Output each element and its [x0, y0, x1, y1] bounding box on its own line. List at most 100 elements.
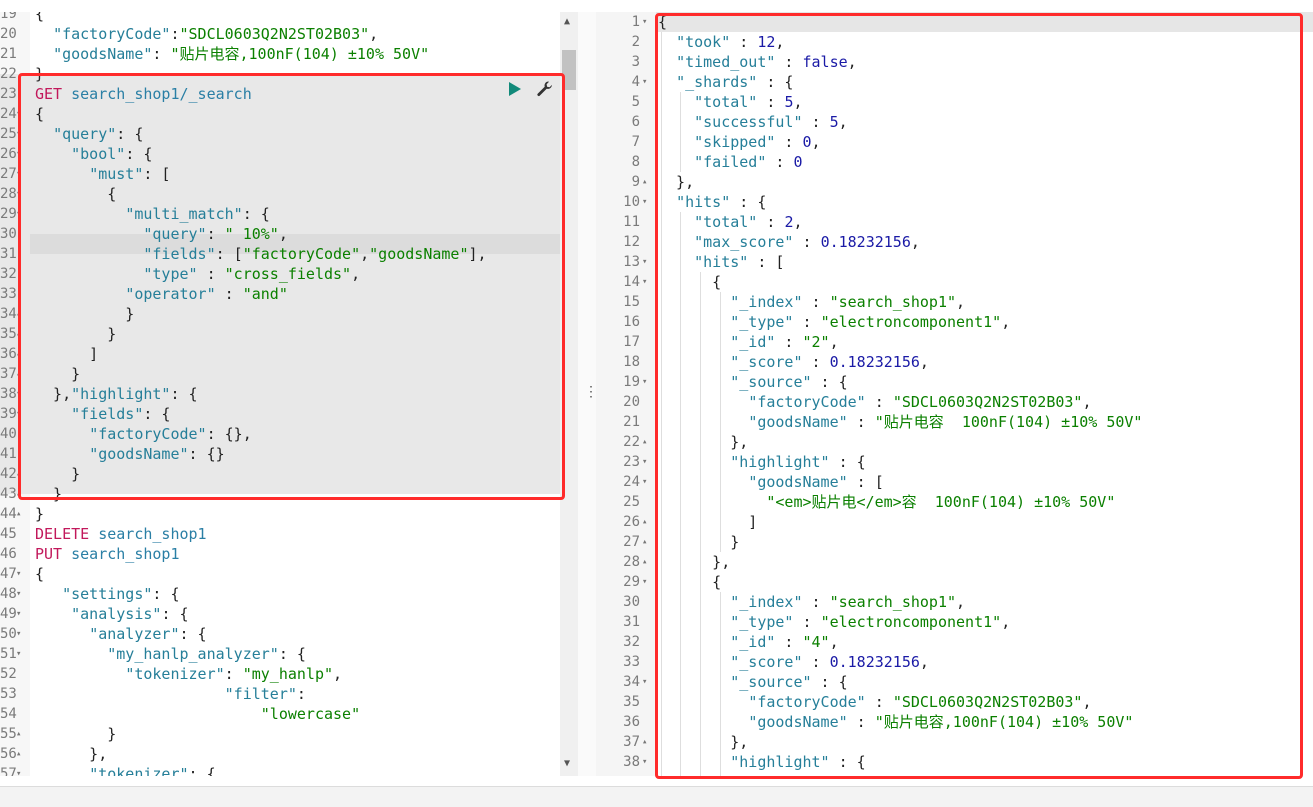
scroll-down-arrow[interactable]: ▼	[564, 759, 570, 769]
line-number: 39	[0, 406, 17, 422]
code-text: "_source" : {	[730, 673, 848, 691]
code-text: },	[35, 745, 108, 763]
fold-toggle-icon[interactable]: ▾	[16, 564, 21, 584]
pane-splitter[interactable]: ⋮	[578, 12, 598, 776]
fold-toggle-icon[interactable]: ▾	[642, 72, 647, 92]
fold-toggle-icon[interactable]: ▾	[642, 272, 647, 292]
code-text: "goodsName" : [	[748, 473, 884, 491]
line-number: 55	[0, 726, 17, 742]
fold-toggle-icon[interactable]: ▾	[16, 144, 21, 164]
line-number: 13	[623, 254, 640, 270]
code-text: }	[35, 65, 45, 83]
request-editor[interactable]: 19 {20 "factoryCode":"SDCL0603Q2N2ST02B03…	[0, 12, 578, 776]
fold-toggle-icon[interactable]: ▴	[642, 732, 647, 752]
fold-toggle-icon[interactable]: ▴	[642, 532, 647, 552]
request-scrollbar[interactable]: ▲ ▼	[560, 12, 578, 776]
code-line: 19 {	[0, 12, 578, 24]
code-line: 7 "skipped" : 0,	[596, 132, 1313, 152]
fold-toggle-icon[interactable]: ▾	[16, 104, 21, 124]
code-text: "_index" : "search_shop1",	[730, 593, 966, 611]
fold-toggle-icon[interactable]: ▾	[642, 192, 647, 212]
fold-toggle-icon[interactable]: ▾	[16, 124, 21, 144]
line-number: 7	[631, 134, 640, 150]
code-line: 14 ▾ {	[596, 272, 1313, 292]
code-line: 40 "factoryCode": {},	[0, 424, 578, 444]
code-line: 29 ▾ {	[596, 572, 1313, 592]
fold-toggle-icon[interactable]: ▴	[16, 464, 21, 484]
code-line: 8 "failed" : 0	[596, 152, 1313, 172]
code-line: 21 "goodsName": "贴片电容,100nF(104) ±10% 50…	[0, 44, 578, 64]
fold-toggle-icon[interactable]: ▴	[16, 724, 21, 744]
code-line: 26 ▾ "bool": {	[0, 144, 578, 164]
code-text: "multi_match": {	[125, 205, 270, 223]
code-text: "factoryCode":"SDCL0603Q2N2ST02B03",	[53, 25, 379, 43]
code-text: "bool": {	[71, 145, 153, 163]
fold-toggle-icon[interactable]: ▴	[642, 552, 647, 572]
fold-toggle-icon[interactable]: ▾	[16, 384, 21, 404]
line-number: 46	[0, 546, 17, 562]
fold-toggle-icon[interactable]: ▴	[16, 304, 21, 324]
fold-toggle-icon[interactable]: ▾	[642, 752, 647, 772]
fold-toggle-icon[interactable]: ▾	[16, 184, 21, 204]
fold-toggle-icon[interactable]: ▾	[16, 604, 21, 624]
code-line: 28 ▾ {	[0, 184, 578, 204]
code-line: 17 "_id" : "2",	[596, 332, 1313, 352]
fold-toggle-icon[interactable]: ▴	[16, 364, 21, 384]
code-text: "_score" : 0.18232156,	[730, 353, 929, 371]
fold-toggle-icon[interactable]: ▾	[642, 472, 647, 492]
fold-toggle-icon[interactable]: ▾	[16, 644, 21, 664]
code-line: 32 "_id" : "4",	[596, 632, 1313, 652]
code-line: 12 "max_score" : 0.18232156,	[596, 232, 1313, 252]
fold-toggle-icon[interactable]: ▾	[642, 252, 647, 272]
fold-toggle-icon[interactable]: ▾	[642, 572, 647, 592]
bottom-bar	[0, 786, 1313, 807]
play-icon[interactable]	[507, 80, 523, 98]
code-text: "_index" : "search_shop1",	[730, 293, 966, 311]
fold-toggle-icon[interactable]: ▾	[16, 404, 21, 424]
code-text: }	[35, 305, 135, 323]
code-text: {	[35, 565, 45, 583]
scroll-up-arrow[interactable]: ▲	[564, 17, 570, 27]
line-number: 53	[0, 686, 17, 702]
fold-toggle-icon[interactable]: ▴	[642, 432, 647, 452]
fold-toggle-icon[interactable]: ▾	[642, 672, 647, 692]
code-text: "factoryCode" : "SDCL0603Q2N2ST02B03",	[748, 693, 1092, 711]
line-number: 31	[0, 246, 17, 262]
fold-toggle-icon[interactable]: ▾	[642, 12, 647, 32]
code-text: "tokenizer": {	[89, 765, 216, 776]
code-text: "query": " 10%",	[143, 225, 288, 243]
line-number: 47	[0, 566, 17, 582]
fold-toggle-icon[interactable]: ▴	[16, 504, 21, 524]
fold-toggle-icon[interactable]: ▾	[16, 624, 21, 644]
code-line: 47 ▾ {	[0, 564, 578, 584]
line-number: 14	[623, 274, 640, 290]
fold-toggle-icon[interactable]: ▾	[16, 204, 21, 224]
code-text: "hits" : [	[694, 253, 785, 271]
line-number: 17	[623, 334, 640, 350]
line-number: 30	[0, 226, 17, 242]
fold-toggle-icon[interactable]: ▴	[642, 512, 647, 532]
wrench-icon[interactable]	[536, 80, 554, 98]
fold-toggle-icon[interactable]: ▾	[16, 764, 21, 776]
fold-toggle-icon[interactable]: ▴	[16, 344, 21, 364]
request-scrollbar-thumb[interactable]	[562, 50, 576, 90]
response-viewer[interactable]: 1 ▾{2 "took" : 12, 3 "timed_out" : false, 4…	[596, 12, 1313, 776]
code-line: 21 "goodsName" : "贴片电容 100nF(104) ±10% 5…	[596, 412, 1313, 432]
code-text: "highlight" : {	[730, 753, 866, 771]
fold-toggle-icon[interactable]: ▾	[16, 584, 21, 604]
line-number: 26	[0, 146, 17, 162]
code-line: 45 DELETE search_shop1	[0, 524, 578, 544]
code-line: 5 "total" : 5,	[596, 92, 1313, 112]
line-number: 32	[0, 266, 17, 282]
fold-toggle-icon[interactable]: ▾	[16, 164, 21, 184]
fold-toggle-icon[interactable]: ▾	[642, 452, 647, 472]
code-line: 30 "query": " 10%",	[0, 224, 578, 244]
fold-toggle-icon[interactable]: ▴	[16, 484, 21, 504]
line-number: 22	[623, 434, 640, 450]
fold-toggle-icon[interactable]: ▴	[16, 324, 21, 344]
fold-toggle-icon[interactable]: ▴	[642, 172, 647, 192]
fold-toggle-icon[interactable]: ▴	[16, 744, 21, 764]
code-line: 23 GET search_shop1/_search	[0, 84, 578, 104]
fold-toggle-icon[interactable]: ▾	[642, 372, 647, 392]
code-line: 42 ▴ }	[0, 464, 578, 484]
